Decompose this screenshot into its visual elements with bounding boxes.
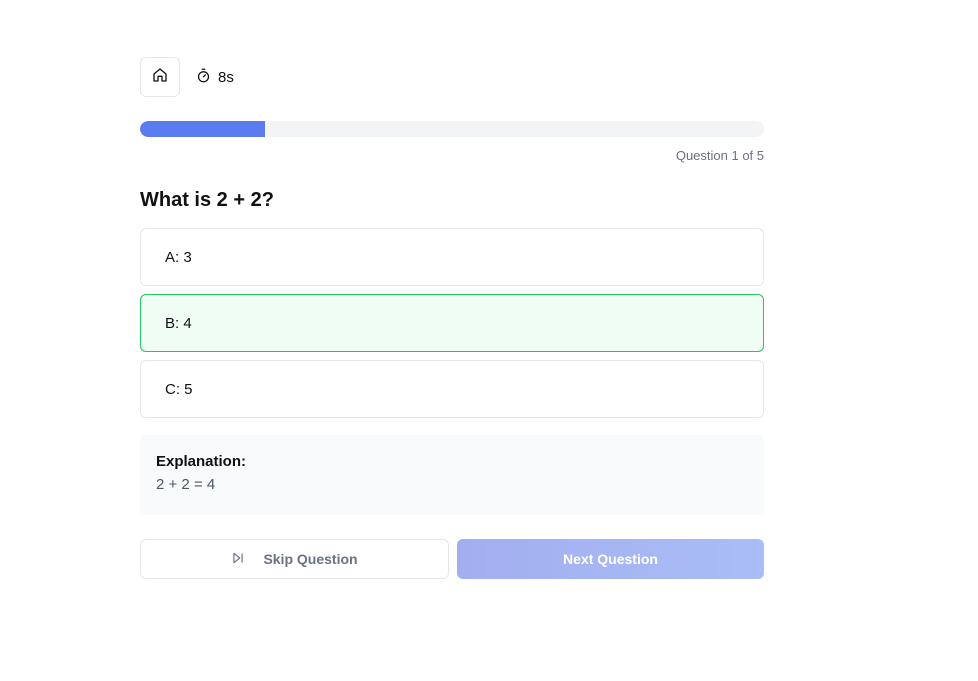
action-bar: Skip Question Next Question [140, 539, 764, 579]
timer: 8s [196, 68, 234, 87]
home-button[interactable] [140, 57, 180, 97]
explanation-title: Explanation: [156, 453, 247, 470]
timer-value: 8s [218, 68, 234, 86]
stopwatch-icon [196, 68, 218, 87]
explanation-panel: Explanation: 2 + 2 = 4 [140, 435, 764, 515]
home-icon [152, 67, 168, 88]
skip-question-button[interactable]: Skip Question [140, 539, 449, 579]
option-label: B: 4 [165, 314, 192, 332]
answer-option-b[interactable]: B: 4 [140, 294, 764, 352]
answer-options: A: 3 B: 4 C: 5 [140, 228, 764, 418]
quiz-container: 8s Question 1 of 5 What is 2 + 2? A: 3 B… [140, 57, 764, 579]
next-question-button[interactable]: Next Question [457, 539, 764, 579]
option-label: C: 5 [165, 380, 193, 398]
top-bar: 8s [140, 57, 764, 97]
option-label: A: 3 [165, 248, 192, 266]
explanation-text: 2 + 2 = 4 [156, 476, 216, 493]
question-text: What is 2 + 2? [140, 189, 274, 211]
question-counter: Question 1 of 5 [675, 148, 764, 163]
skip-label: Skip Question [263, 551, 358, 567]
answer-option-a[interactable]: A: 3 [140, 228, 764, 286]
progress-bar [140, 121, 764, 137]
answer-option-c[interactable]: C: 5 [140, 360, 764, 418]
progress-fill [140, 121, 265, 137]
skip-forward-icon [231, 551, 263, 568]
next-label: Next Question [563, 551, 658, 567]
